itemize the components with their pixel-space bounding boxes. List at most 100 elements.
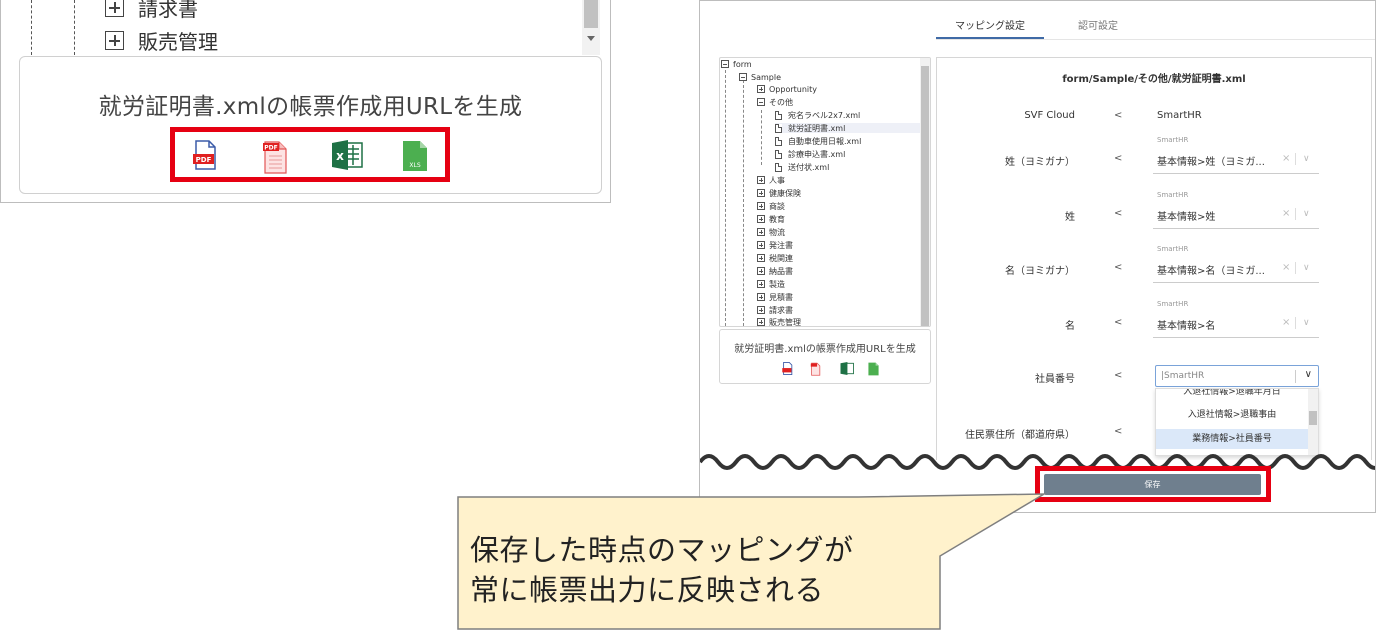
expand-plus-icon[interactable]: [105, 0, 124, 17]
pdf-document-icon[interactable]: [810, 362, 821, 376]
mapping-title: form/Sample/その他/就労証明書.xml: [1062, 74, 1246, 85]
tab-authorization-settings[interactable]: 認可設定: [1078, 17, 1118, 32]
chevron-down-icon[interactable]: ∨: [1303, 263, 1310, 273]
chevron-down-icon[interactable]: ∨: [1303, 154, 1310, 164]
tree-item-folder[interactable]: 健康保険: [757, 188, 801, 198]
collapse-minus-icon[interactable]: [721, 60, 729, 68]
tree-item-label: 宛名ラベル2x7.xml: [788, 110, 861, 120]
tree-item-opportunity[interactable]: Opportunity: [757, 84, 817, 94]
expand-plus-icon[interactable]: [757, 280, 765, 288]
file-icon: [775, 110, 782, 120]
scrollbar[interactable]: [582, 0, 600, 55]
tree-item-sample[interactable]: Sample: [739, 72, 781, 82]
collapse-minus-icon[interactable]: [757, 98, 765, 106]
svg-text:x: x: [336, 149, 344, 163]
expand-plus-icon[interactable]: [757, 85, 765, 93]
tree-item-form[interactable]: form: [721, 59, 752, 69]
expand-plus-icon[interactable]: [757, 306, 765, 314]
tab-bar: マッピング設定 認可設定: [700, 1, 1375, 41]
clear-icon[interactable]: ×: [1282, 317, 1290, 328]
xls-icon[interactable]: [868, 362, 879, 376]
tree-guide-line: [31, 0, 32, 55]
scrollbar-thumb[interactable]: [584, 0, 598, 28]
mapping-select-value[interactable]: 基本情報>姓: [1157, 208, 1215, 223]
svg-text:PDF: PDF: [196, 156, 212, 164]
tree-item-other[interactable]: その他: [757, 97, 793, 107]
tree-item-file[interactable]: 宛名ラベル2x7.xml: [775, 110, 860, 120]
tree-guide-line: [725, 70, 726, 326]
field-label: 姓: [1065, 212, 1075, 223]
tree-item-folder[interactable]: 製造: [757, 279, 785, 289]
tree-item-folder[interactable]: 教育: [757, 214, 785, 224]
tree-item-invoice[interactable]: 請求書: [105, 0, 198, 22]
tab-mapping-settings[interactable]: マッピング設定: [955, 17, 1025, 32]
select-separator: [1295, 370, 1296, 383]
mapping-arrow: <: [1114, 317, 1123, 328]
dropdown-scrollbar[interactable]: [1308, 389, 1318, 455]
tree-item-folder[interactable]: 販売管理: [757, 317, 801, 326]
xls-icon[interactable]: XLS: [402, 140, 428, 172]
tree-item-folder[interactable]: 人事: [757, 175, 785, 185]
mapping-select-value[interactable]: 基本情報>名: [1157, 317, 1215, 332]
mapping-select-value[interactable]: 基本情報>姓（ヨミガ...: [1157, 153, 1265, 168]
expand-plus-icon[interactable]: [757, 215, 765, 223]
select-separator: [1295, 153, 1296, 165]
expand-plus-icon[interactable]: [757, 241, 765, 249]
mapping-arrow: <: [1114, 110, 1123, 121]
tree-item-label: その他: [769, 97, 793, 107]
expand-plus-icon[interactable]: [757, 254, 765, 262]
pdf-icon[interactable]: PDF: [193, 140, 217, 170]
tree-item-label: 製造: [769, 279, 785, 289]
tree-item-folder[interactable]: 税関連: [757, 253, 793, 263]
select-underline: [1153, 337, 1319, 338]
tree-item-folder[interactable]: 見積書: [757, 292, 793, 302]
dropdown-option-highlighted[interactable]: 業務情報>社員番号: [1156, 429, 1308, 449]
dropdown-option[interactable]: 入退社情報>退職年月日: [1156, 389, 1308, 402]
tree-item-label: 請求書: [138, 0, 198, 21]
tree-item-folder[interactable]: 請求書: [757, 305, 793, 315]
chevron-down-icon[interactable]: ∨: [1303, 209, 1310, 219]
tree-scrollbar-thumb[interactable]: [921, 66, 929, 326]
callout-line: 保存した時点のマッピングが: [470, 533, 854, 567]
tree-item-folder[interactable]: 納品書: [757, 266, 793, 276]
expand-plus-icon[interactable]: [757, 267, 765, 275]
chevron-down-icon[interactable]: ∨: [1305, 369, 1312, 380]
employee-select-input[interactable]: |SmartHR: [1161, 371, 1204, 381]
tree-item-label: 販売管理: [138, 30, 218, 54]
scroll-down-icon[interactable]: [587, 36, 595, 41]
dropdown-option[interactable]: 入退社情報>退職事由: [1156, 405, 1308, 425]
header-svf-cloud: SVF Cloud: [1024, 110, 1075, 121]
expand-plus-icon[interactable]: [757, 228, 765, 236]
expand-plus-icon[interactable]: [105, 31, 124, 50]
chevron-down-icon[interactable]: ∨: [1303, 318, 1310, 328]
expand-plus-icon[interactable]: [757, 293, 765, 301]
tree-item-sales[interactable]: 販売管理: [105, 26, 218, 55]
pdf-icon[interactable]: [782, 362, 793, 375]
employee-number-select[interactable]: |SmartHR ∨: [1155, 365, 1319, 387]
tree-item-file-selected[interactable]: 就労証明書.xml: [775, 123, 920, 133]
expand-plus-icon[interactable]: [757, 318, 765, 326]
tree-item-file[interactable]: 送付状.xml: [775, 162, 829, 172]
clear-icon[interactable]: ×: [1282, 208, 1290, 219]
tree-item-label: Opportunity: [769, 84, 818, 94]
clear-icon[interactable]: ×: [1282, 153, 1290, 164]
tree-item-folder[interactable]: 商談: [757, 201, 785, 211]
tree-item-label: 送付状.xml: [788, 162, 830, 172]
tree-item-folder[interactable]: 物流: [757, 227, 785, 237]
tree-item-label: 見積書: [769, 292, 793, 302]
tree-scrollbar[interactable]: [920, 58, 930, 326]
mapping-select-value[interactable]: 基本情報>名（ヨミガ...: [1157, 262, 1265, 277]
clear-icon[interactable]: ×: [1282, 262, 1290, 273]
dropdown-scrollbar-thumb[interactable]: [1309, 411, 1317, 425]
excel-icon[interactable]: x: [331, 140, 363, 170]
pdf-document-icon[interactable]: PDF: [261, 140, 289, 174]
tree-item-folder[interactable]: 発注書: [757, 240, 793, 250]
collapse-minus-icon[interactable]: [739, 73, 747, 81]
expand-plus-icon[interactable]: [757, 176, 765, 184]
expand-plus-icon[interactable]: [757, 202, 765, 210]
tree-item-file[interactable]: 自動車使用日報.xml: [775, 136, 861, 146]
app-window: マッピング設定 認可設定 form Sample Opportunity その他…: [699, 0, 1376, 513]
tree-item-file[interactable]: 診療申込書.xml: [775, 149, 845, 159]
excel-icon[interactable]: [840, 362, 854, 375]
expand-plus-icon[interactable]: [757, 189, 765, 197]
